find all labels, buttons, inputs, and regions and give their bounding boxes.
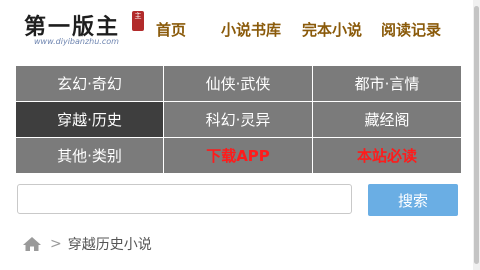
site-logo[interactable]: 第一版主 主 www.diyibanzhu.com	[20, 5, 148, 49]
menu-item-urban[interactable]: 都市·言情	[313, 66, 461, 101]
search-button[interactable]: 搜索	[368, 184, 458, 216]
nav-library[interactable]: 小说书库	[221, 19, 281, 40]
nav-reading-history[interactable]: 阅读记录	[381, 19, 441, 40]
search-input[interactable]	[17, 184, 352, 214]
home-icon[interactable]	[22, 236, 42, 252]
breadcrumb-separator: >	[50, 236, 62, 252]
scrollbar[interactable]	[473, 0, 480, 270]
menu-item-must-read[interactable]: 本站必读	[313, 138, 461, 173]
menu-item-scifi[interactable]: 科幻·灵异	[164, 102, 312, 137]
logo-seal: 主	[132, 11, 144, 31]
menu-item-fantasy[interactable]: 玄幻·奇幻	[16, 66, 163, 101]
scrollbar-thumb[interactable]	[474, 6, 479, 264]
category-menu: 玄幻·奇幻 仙侠·武侠 都市·言情 穿越·历史 科幻·灵异 藏经阁 其他·类别 …	[16, 66, 461, 173]
menu-item-time-travel[interactable]: 穿越·历史	[16, 102, 163, 137]
nav-completed[interactable]: 完本小说	[302, 19, 362, 40]
breadcrumb: > 穿越历史小说	[22, 234, 152, 254]
menu-item-library[interactable]: 藏经阁	[313, 102, 461, 137]
nav-home[interactable]: 首页	[156, 19, 186, 40]
menu-item-xianxia[interactable]: 仙侠·武侠	[164, 66, 312, 101]
site-header: 第一版主 主 www.diyibanzhu.com 首页 小说书库 完本小说 阅…	[0, 0, 480, 56]
menu-item-download-app[interactable]: 下载APP	[164, 138, 312, 173]
menu-item-other[interactable]: 其他·类别	[16, 138, 163, 173]
breadcrumb-current: 穿越历史小说	[67, 237, 152, 253]
logo-url: www.diyibanzhu.com	[34, 37, 119, 46]
